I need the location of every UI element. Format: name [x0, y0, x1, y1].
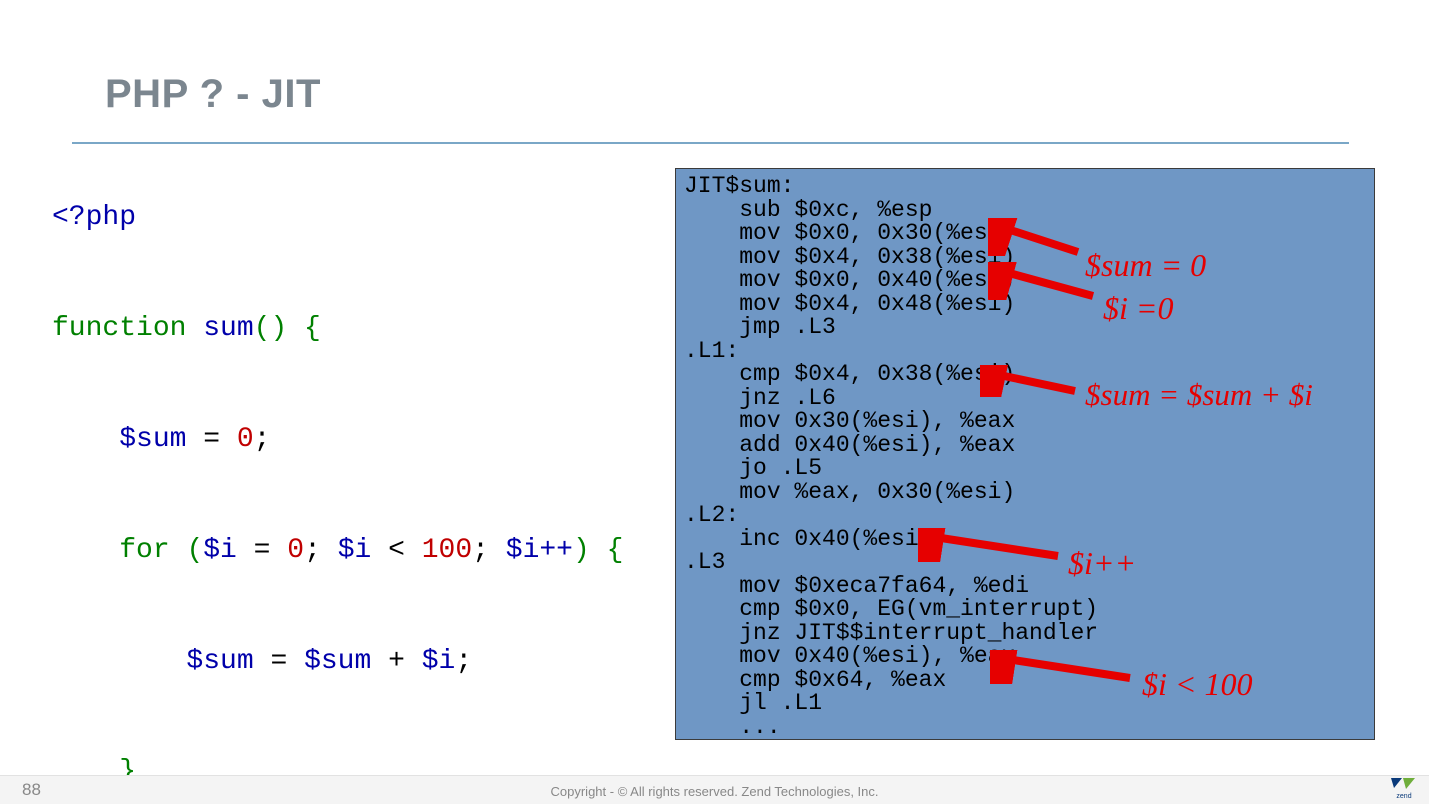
php-open-tag: <?php	[52, 202, 136, 233]
title-underline	[72, 142, 1349, 146]
sep2: ;	[472, 535, 506, 566]
lit-zero: 0	[237, 424, 254, 455]
asm-line: jo .L5	[684, 455, 822, 481]
asm-line: mov %eax, 0x30(%esi)	[684, 479, 1015, 505]
php-code: <?php function sum() { $sum = 0; for ($i…	[52, 190, 623, 804]
svg-text:zend: zend	[1396, 793, 1411, 800]
asm-line: .L1:	[684, 338, 739, 364]
var-ipp: $i++	[506, 535, 573, 566]
kw-function: function	[52, 313, 186, 344]
op-plus: +	[371, 646, 421, 677]
for-open: (	[170, 535, 204, 566]
asm-line: mov $0x0, 0x30(%esi)	[684, 220, 1015, 246]
asm-line: mov 0x30(%esi), %eax	[684, 408, 1015, 434]
asm-line: cmp $0x64, %eax	[684, 667, 946, 693]
semi: ;	[254, 424, 271, 455]
asm-line: jnz .L6	[684, 385, 836, 411]
op-lt: <	[371, 535, 421, 566]
annotation-sum-plus-i: $sum = $sum + $i	[1085, 377, 1313, 413]
slide-title: PHP ? - JIT	[105, 72, 321, 117]
paren-brace: () {	[254, 313, 321, 344]
annotation-sum-zero: $sum = 0	[1085, 247, 1206, 284]
annotation-i-lt-100: $i < 100	[1142, 666, 1252, 703]
asm-line: jmp .L3	[684, 314, 836, 340]
asm-line: inc 0x40(%esi)	[684, 526, 932, 552]
for-close: ) {	[573, 535, 623, 566]
var-i: $i	[203, 535, 237, 566]
fn-name: sum	[186, 313, 253, 344]
lit-100: 100	[422, 535, 472, 566]
asm-output: JIT$sum: sub $0xc, %esp mov $0x0, 0x30(%…	[675, 168, 1375, 740]
slide: PHP ? - JIT <?php function sum() { $sum …	[0, 0, 1429, 804]
asm-line: sub $0xc, %esp	[684, 197, 932, 223]
asm-line: ...	[684, 714, 781, 740]
var-sum3: $sum	[304, 646, 371, 677]
var-sum: $sum	[119, 424, 186, 455]
op-eq3: =	[254, 646, 304, 677]
sep1: ;	[304, 535, 338, 566]
semi2: ;	[455, 646, 472, 677]
copyright-text: Copyright - © All rights reserved. Zend …	[0, 784, 1429, 799]
asm-line: mov $0xeca7fa64, %edi	[684, 573, 1029, 599]
asm-line: cmp $0x0, EG(vm_interrupt)	[684, 596, 1098, 622]
asm-line: mov $0x0, 0x40(%esi)	[684, 267, 1015, 293]
asm-line: cmp $0x4, 0x38(%esi)	[684, 361, 1015, 387]
annotation-i-zero: $i =0	[1103, 290, 1173, 327]
var-sum2: $sum	[186, 646, 253, 677]
kw-for: for	[119, 535, 169, 566]
op-eq2: =	[237, 535, 287, 566]
annotation-i-plus-plus: $i++	[1068, 545, 1136, 582]
asm-line: .L3	[684, 549, 725, 575]
asm-line: jnz JIT$$interrupt_handler	[684, 620, 1098, 646]
var-i2: $i	[338, 535, 372, 566]
asm-line: mov 0x40(%esi), %eax	[684, 643, 1015, 669]
op-eq: =	[186, 424, 236, 455]
asm-line: add 0x40(%esi), %eax	[684, 432, 1015, 458]
asm-line: jl .L1	[684, 690, 822, 716]
asm-line: .L2:	[684, 502, 739, 528]
asm-line: mov $0x4, 0x38(%esi)	[684, 244, 1015, 270]
zend-logo-icon: zend	[1391, 778, 1417, 800]
lit-zero2: 0	[287, 535, 304, 566]
asm-line: mov $0x4, 0x48(%esi)	[684, 291, 1015, 317]
var-i3: $i	[422, 646, 456, 677]
asm-line: JIT$sum:	[684, 173, 794, 199]
